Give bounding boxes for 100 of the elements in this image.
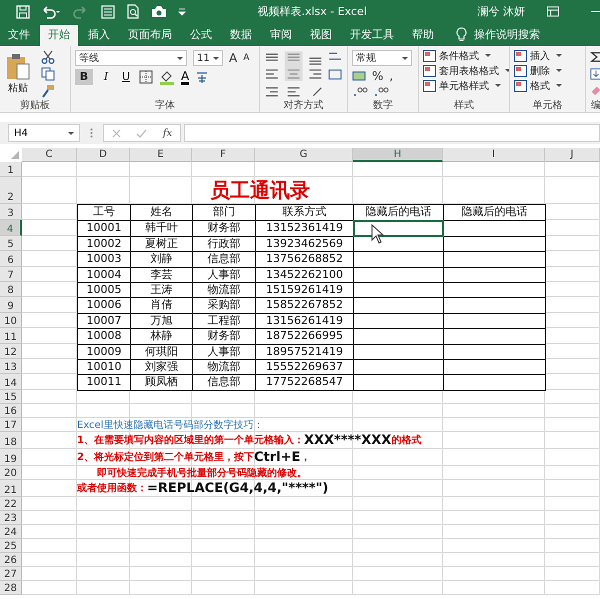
ribbon-tab[interactable]: 审阅 <box>262 25 300 46</box>
minimize-icon[interactable] <box>590 10 600 12</box>
row-header[interactable]: 22 <box>0 496 22 511</box>
table-cell: 10001 <box>77 220 131 237</box>
row-header[interactable]: 27 <box>0 566 22 581</box>
ribbon-display-icon[interactable] <box>546 6 559 17</box>
more-icon <box>90 128 93 138</box>
cells-menu-button[interactable]: 插入 <box>514 48 562 63</box>
column-header[interactable]: E <box>130 148 192 162</box>
tell-me-search[interactable]: 操作说明搜索 <box>474 25 540 46</box>
name-box[interactable]: H4 <box>8 124 80 142</box>
row-header[interactable]: 11 <box>0 328 22 344</box>
column-header[interactable]: H <box>353 148 443 162</box>
print-preview-icon[interactable] <box>126 4 140 19</box>
percent-button[interactable]: % <box>372 69 384 83</box>
italic-button[interactable]: I <box>99 69 113 85</box>
group-label: 单元格 <box>532 99 564 112</box>
row-header[interactable]: 20 <box>0 466 22 480</box>
customize-caret-icon[interactable] <box>178 8 186 16</box>
number-format-field[interactable]: 常规 <box>352 50 412 66</box>
copy-icon[interactable] <box>41 67 55 81</box>
row-header[interactable]: 16 <box>0 404 22 418</box>
underline-button[interactable]: U <box>119 69 133 85</box>
row-header[interactable]: 5 <box>0 236 22 252</box>
row-header[interactable]: 24 <box>0 524 22 539</box>
row-header[interactable]: 6 <box>0 251 22 267</box>
ribbon-tab[interactable]: 公式 <box>182 25 220 46</box>
ribbon-tab[interactable]: 页面布局 <box>120 25 180 46</box>
column-header[interactable]: I <box>443 148 545 162</box>
row-header[interactable]: 15 <box>0 390 22 404</box>
borders-icon[interactable] <box>139 70 153 84</box>
fill-color-icon[interactable] <box>159 70 175 84</box>
group-label: 字体 <box>154 99 176 112</box>
column-header[interactable]: G <box>255 148 353 162</box>
paste-button[interactable]: 粘贴 <box>4 52 32 96</box>
grow-font-button[interactable]: A <box>229 51 238 65</box>
row-header[interactable]: 19 <box>0 448 22 466</box>
save-icon[interactable] <box>16 4 30 18</box>
column-header[interactable]: D <box>77 148 130 162</box>
styles-menu-button[interactable]: 单元格样式 <box>423 78 501 93</box>
cut-icon[interactable] <box>41 50 55 64</box>
row-header[interactable]: 25 <box>0 538 22 553</box>
table-cell: 财务部 <box>192 328 256 345</box>
currency-icon[interactable] <box>352 70 366 82</box>
table-cells-icon <box>514 64 527 76</box>
row-header[interactable]: 28 <box>0 580 22 595</box>
row-header[interactable]: 10 <box>0 312 22 328</box>
row-header[interactable]: 1 <box>0 162 22 178</box>
format-painter-icon[interactable] <box>41 84 55 98</box>
phonetic-icon[interactable] <box>195 70 210 84</box>
lightbulb-icon[interactable] <box>456 27 467 42</box>
row-header[interactable]: 9 <box>0 297 22 313</box>
font-size-field[interactable]: 11 <box>193 50 223 66</box>
styles-menu-button[interactable]: 条件格式 <box>423 48 491 63</box>
group-label: 对齐方式 <box>282 99 324 112</box>
row-header[interactable]: 23 <box>0 510 22 525</box>
font-color-button[interactable]: A <box>181 70 190 84</box>
column-header[interactable]: F <box>192 148 255 162</box>
bold-button[interactable]: B <box>75 69 93 85</box>
column-header[interactable]: J <box>545 148 600 162</box>
row-header[interactable]: 2 <box>0 177 22 204</box>
header-cell: 隐藏后的电话 <box>353 204 444 222</box>
table-cell: 10006 <box>77 297 131 314</box>
camera-icon[interactable] <box>151 5 167 18</box>
formula-input[interactable] <box>184 124 600 142</box>
comma-button[interactable]: , <box>389 69 394 83</box>
row-header[interactable]: 21 <box>0 480 22 497</box>
undo-icon[interactable] <box>41 4 61 18</box>
cells-menu-button[interactable]: 格式 <box>514 78 562 93</box>
shrink-font-button[interactable]: A <box>243 53 250 63</box>
row-header[interactable]: 3 <box>0 204 22 220</box>
row-header[interactable]: 18 <box>0 432 22 449</box>
font-name-field[interactable]: 等线 <box>75 50 187 66</box>
form-icon[interactable] <box>101 4 115 18</box>
table-cells-icon <box>514 50 527 62</box>
autosum-icon[interactable] <box>590 50 600 64</box>
ribbon-tab[interactable]: 帮助 <box>404 25 442 46</box>
ribbon-tab[interactable]: 文件 <box>0 25 38 46</box>
row-header[interactable]: 26 <box>0 552 22 567</box>
row-header[interactable]: 4 <box>0 220 22 236</box>
column-header[interactable]: C <box>22 148 77 162</box>
ribbon-tab[interactable]: 插入 <box>80 25 118 46</box>
table-cell: 13152361419 <box>255 220 354 237</box>
row-header[interactable]: 12 <box>0 344 22 359</box>
insert-function-button[interactable]: fx <box>162 128 172 138</box>
window-title: 视频样表.xlsx - Excel <box>257 4 368 19</box>
row-header[interactable]: 17 <box>0 418 22 432</box>
ribbon-tab[interactable]: 数据 <box>222 25 260 46</box>
row-header[interactable]: 7 <box>0 266 22 282</box>
fill-down-icon[interactable] <box>590 67 600 81</box>
styles-menu-button[interactable]: 套用表格格式 <box>423 63 509 78</box>
row-header[interactable]: 8 <box>0 282 22 298</box>
ribbon-tab[interactable]: 开始 <box>40 25 78 46</box>
table-cell: 韩千叶 <box>130 220 193 237</box>
row-header[interactable]: 14 <box>0 374 22 390</box>
ribbon-tab[interactable]: 开发工具 <box>342 25 402 46</box>
cells-menu-button[interactable]: 删除 <box>514 63 562 78</box>
row-header[interactable]: 13 <box>0 358 22 374</box>
ribbon-tab[interactable]: 视图 <box>302 25 340 46</box>
table-cell: 10009 <box>77 344 131 360</box>
